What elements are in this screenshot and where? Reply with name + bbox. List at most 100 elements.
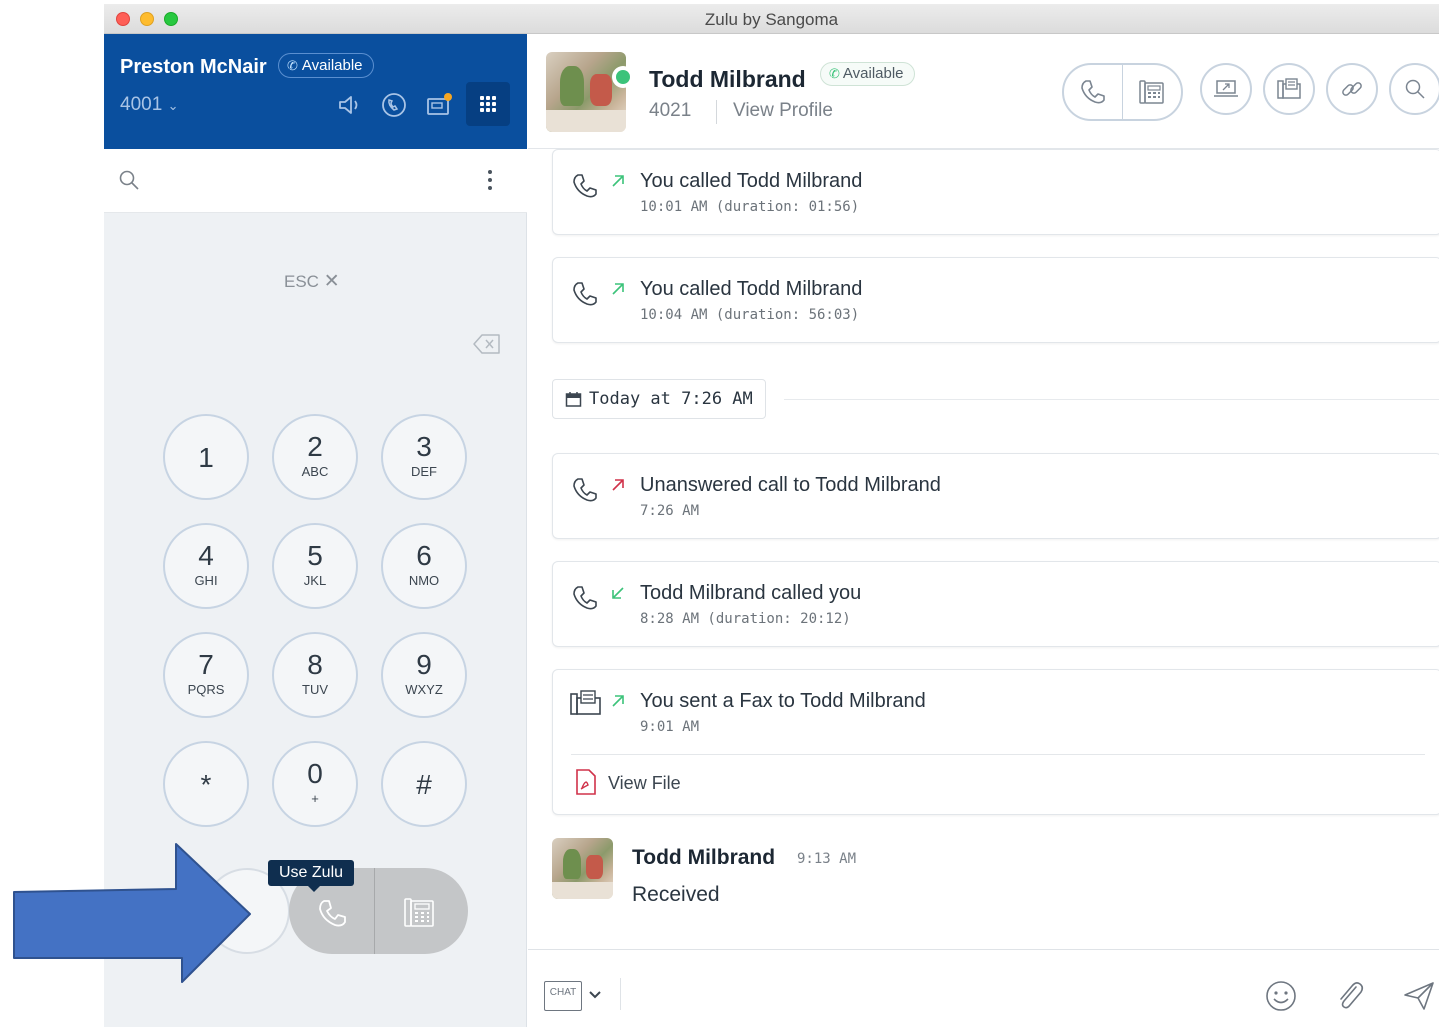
activity-time: 9:01 AM	[640, 719, 700, 735]
chevron-down-icon[interactable]	[588, 990, 602, 1000]
call-actions-group	[1062, 63, 1183, 121]
esc-button[interactable]: ESC ✕	[284, 270, 340, 293]
key-digit: #	[416, 769, 432, 800]
dialpad-key[interactable]: 5 JKL	[272, 523, 358, 609]
user-status-button[interactable]: ✆ Available	[278, 53, 374, 78]
key-letters: TUV	[302, 682, 328, 697]
desk-phone-button[interactable]	[401, 894, 437, 930]
phone-call-button[interactable]	[315, 896, 349, 930]
user-status-label: Available	[301, 57, 363, 74]
screen-share-icon	[1214, 80, 1238, 97]
dialpad-key[interactable]: 2 ABC	[272, 414, 358, 500]
chevron-down-icon: ⌄	[167, 98, 179, 113]
more-options-icon[interactable]	[484, 168, 496, 192]
key-digit: 3	[416, 431, 432, 462]
dialpad-key[interactable]: #	[381, 741, 467, 827]
paperclip-icon[interactable]	[1334, 979, 1366, 1013]
search-bar[interactable]	[104, 149, 527, 213]
voicemail-icon[interactable]	[424, 90, 454, 120]
pdf-file-icon	[576, 769, 596, 795]
key-digit: 4	[198, 540, 214, 571]
dialpad-key[interactable]: 1	[163, 414, 249, 500]
call-activity-card[interactable]: You called Todd Milbrand 10:04 AM (durati…	[552, 257, 1439, 343]
contact-status-label: Available	[842, 65, 904, 82]
channel-label: CHAT	[549, 987, 577, 998]
date-separator-label: Today at 7:26 AM	[589, 389, 753, 409]
phone-icon: ✆	[829, 66, 840, 81]
call-activity-card[interactable]: Unanswered call to Todd Milbrand 7:26 AM	[552, 453, 1439, 539]
message-time: 9:13 AM	[797, 851, 857, 867]
call-direction-icon	[612, 479, 624, 491]
user-header: Preston McNair ✆ Available 4001 ⌄	[104, 34, 527, 149]
view-file-link[interactable]: View File	[608, 773, 681, 794]
call-direction-icon	[612, 695, 624, 707]
chat-presence-icon	[612, 66, 634, 88]
call-direction-icon	[612, 283, 624, 295]
user-extension-dropdown[interactable]: 4001 ⌄	[120, 94, 178, 116]
key-digit: 0	[307, 758, 323, 789]
calendar-icon	[565, 392, 582, 407]
screen-share-button[interactable]	[1200, 63, 1252, 115]
activity-title: You sent a Fax to Todd Milbrand	[640, 690, 926, 712]
dialpad-key[interactable]: 4 GHI	[163, 523, 249, 609]
contact-avatar[interactable]	[546, 52, 626, 132]
call-activity-card[interactable]: You called Todd Milbrand 10:01 AM (durati…	[552, 149, 1439, 235]
fax-icon	[570, 690, 601, 715]
key-digit: *	[200, 769, 212, 800]
activity-title: Unanswered call to Todd Milbrand	[640, 474, 941, 496]
contact-name: Todd Milbrand	[649, 66, 806, 92]
activity-time: 7:26 AM	[640, 503, 700, 519]
key-letters: JKL	[303, 573, 327, 588]
key-digit: 9	[416, 649, 432, 680]
fax-activity-card[interactable]: You sent a Fax to Todd Milbrand 9:01 AM Vi…	[552, 669, 1439, 815]
key-digit: 6	[416, 540, 432, 571]
fax-icon	[1277, 78, 1301, 99]
key-letters: GHI	[194, 573, 218, 588]
window-title: Zulu by Sangoma	[704, 10, 839, 29]
dialpad-key[interactable]: 8 TUV	[272, 632, 358, 718]
speaker-icon[interactable]	[334, 90, 364, 120]
phone-icon	[573, 586, 597, 610]
activity-title: You called Todd Milbrand	[640, 170, 863, 192]
call-history-icon[interactable]	[379, 90, 409, 120]
fax-button[interactable]	[1263, 63, 1315, 115]
view-profile-link[interactable]: View Profile	[733, 100, 833, 122]
dialpad-key[interactable]: 3 DEF	[381, 414, 467, 500]
esc-label: ESC	[284, 272, 319, 291]
phone-icon: ✆	[287, 58, 298, 73]
call-activity-card[interactable]: Todd Milbrand called you 8:28 AM (duratio…	[552, 561, 1439, 647]
divider	[374, 868, 375, 954]
phone-icon	[573, 174, 597, 198]
activity-time: 10:04 AM (duration: 56:03)	[640, 307, 860, 323]
desk-phone-icon[interactable]	[1137, 77, 1167, 107]
dialpad-toggle-button[interactable]	[466, 82, 510, 126]
dialpad-key[interactable]: 9 WXYZ	[381, 632, 467, 718]
contact-header: Todd Milbrand ✆ Available 4021 View Profi…	[528, 34, 1439, 149]
key-digit: 5	[307, 540, 323, 571]
divider	[620, 978, 621, 1010]
contact-status-badge: ✆ Available	[820, 62, 915, 86]
send-icon[interactable]	[1402, 980, 1436, 1012]
link-button[interactable]	[1326, 63, 1378, 115]
sender-avatar[interactable]	[552, 838, 613, 899]
use-zulu-tooltip: Use Zulu	[268, 860, 355, 892]
phone-icon	[573, 282, 597, 306]
app-window: Zulu by Sangoma Preston McNair ✆ Availabl…	[104, 4, 1439, 1027]
conversation-panel: Todd Milbrand ✆ Available 4021 View Profi…	[528, 34, 1439, 1027]
backspace-icon[interactable]	[472, 332, 502, 356]
dialpad-key[interactable]: *	[163, 741, 249, 827]
channel-selector[interactable]: CHAT	[544, 981, 582, 1011]
dialpad-key[interactable]: 0 +	[272, 741, 358, 827]
user-extension: 4001	[120, 94, 163, 115]
link-icon	[1342, 82, 1362, 96]
message-text: Received	[632, 883, 720, 906]
key-digit: 2	[307, 431, 323, 462]
dialpad-key[interactable]: 6 NMO	[381, 523, 467, 609]
search-conversation-button[interactable]	[1389, 63, 1439, 115]
divider	[784, 399, 1439, 400]
dialpad-key[interactable]: 7 PQRS	[163, 632, 249, 718]
activity-title: You called Todd Milbrand	[640, 278, 863, 300]
phone-icon	[573, 478, 597, 502]
emoji-icon[interactable]	[1264, 979, 1298, 1013]
call-button[interactable]	[1078, 77, 1108, 107]
